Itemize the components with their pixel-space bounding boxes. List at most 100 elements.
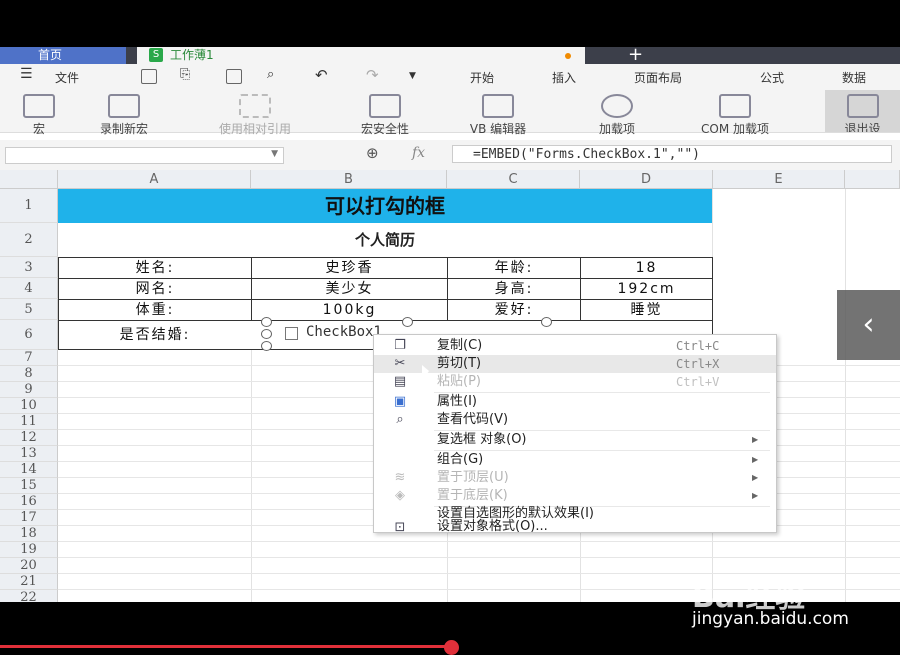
exit-design-button[interactable]: 退出设: [825, 90, 900, 132]
hamburger-icon[interactable]: ☰: [20, 66, 33, 82]
resize-handle[interactable]: [261, 329, 272, 339]
menu-item-cut[interactable]: ✂ 剪切(T) Ctrl+X: [374, 355, 776, 373]
formula-input[interactable]: =EMBED("Forms.CheckBox.1",""): [452, 145, 892, 163]
resize-handle[interactable]: [261, 317, 272, 327]
row-header[interactable]: 15: [0, 478, 58, 494]
redo-icon[interactable]: ↷: [366, 66, 379, 84]
menu-item-checkbox-object[interactable]: 复选框 对象(O) ▶: [374, 431, 776, 449]
row-header[interactable]: 1: [0, 189, 58, 223]
row-header[interactable]: 6: [0, 320, 58, 350]
row-header[interactable]: 17: [0, 510, 58, 526]
undo-icon[interactable]: ↶: [315, 66, 328, 84]
cell-d4[interactable]: 192cm: [580, 278, 713, 300]
menu-item-group[interactable]: 组合(G) ▶: [374, 451, 776, 469]
menu-item-send-to-back[interactable]: ◈ 置于底层(K) ▶: [374, 487, 776, 505]
macro-button[interactable]: 宏: [14, 90, 64, 136]
row-header[interactable]: 5: [0, 299, 58, 320]
row-header[interactable]: 14: [0, 462, 58, 478]
tab-workbook[interactable]: S 工作薄1: [137, 47, 585, 64]
cell-b3[interactable]: 史珍香: [251, 257, 448, 279]
video-progress-knob[interactable]: [444, 640, 459, 655]
menu-item-copy[interactable]: ❐ 复制(C) Ctrl+C: [374, 337, 776, 355]
column-header-a[interactable]: A: [58, 170, 251, 189]
fx-icon[interactable]: fx: [412, 145, 425, 161]
name-box[interactable]: ▼: [5, 147, 284, 164]
submenu-arrow-icon: ▶: [752, 491, 759, 500]
cell-a6[interactable]: 是否结婚:: [58, 320, 252, 350]
tab-bar: 首页 S 工作薄1 +: [0, 47, 900, 65]
row-header[interactable]: 22: [0, 590, 58, 602]
cell-d5[interactable]: 睡觉: [580, 299, 713, 321]
column-header-b[interactable]: B: [251, 170, 447, 189]
chevron-down-icon[interactable]: ▼: [409, 71, 416, 81]
menu-item-view-code[interactable]: ⌕ 查看代码(V): [374, 411, 776, 429]
menu-item-label: 查看代码(V): [437, 412, 509, 427]
column-header-c[interactable]: C: [447, 170, 580, 189]
com-addins-button[interactable]: COM 加载项: [668, 90, 802, 136]
row-header[interactable]: 21: [0, 574, 58, 590]
save-icon[interactable]: [141, 69, 157, 84]
relative-reference-button[interactable]: 使用相对引用: [186, 90, 324, 136]
select-all-corner[interactable]: [0, 170, 58, 189]
row-header[interactable]: 19: [0, 542, 58, 558]
row-header[interactable]: 20: [0, 558, 58, 574]
row-header[interactable]: 18: [0, 526, 58, 542]
menu-item-paste[interactable]: ▤ 粘贴(P) Ctrl+V: [374, 373, 776, 391]
tab-workbook-label: 工作薄1: [170, 48, 214, 62]
tab-home[interactable]: 首页: [0, 47, 126, 64]
menu-file[interactable]: 文件: [55, 69, 79, 86]
row-header[interactable]: 7: [0, 350, 58, 366]
row-header[interactable]: 8: [0, 366, 58, 382]
row-header[interactable]: 10: [0, 398, 58, 414]
addins-button[interactable]: 加载项: [582, 90, 652, 136]
cell-c5[interactable]: 爱好:: [447, 299, 581, 321]
row-header[interactable]: 2: [0, 223, 58, 257]
new-tab-button[interactable]: +: [628, 47, 643, 65]
menu-data[interactable]: 数据: [842, 69, 866, 86]
menu-item-bring-to-front[interactable]: ≋ 置于顶层(U) ▶: [374, 469, 776, 487]
cell-c4[interactable]: 身高:: [447, 278, 581, 300]
previous-button[interactable]: ‹: [837, 290, 900, 360]
menu-item-format-object[interactable]: ⊡ 设置对象格式(O)...: [374, 520, 776, 534]
menu-start[interactable]: 开始: [470, 69, 494, 86]
row-header[interactable]: 16: [0, 494, 58, 510]
video-progress-bar[interactable]: [0, 645, 450, 648]
resize-handle[interactable]: [541, 317, 552, 327]
column-header-d[interactable]: D: [580, 170, 713, 189]
cell-b5[interactable]: 100kg: [251, 299, 448, 321]
row-header[interactable]: 9: [0, 382, 58, 398]
cell-c3[interactable]: 年龄:: [447, 257, 581, 279]
cell-a3[interactable]: 姓名:: [58, 257, 252, 279]
row-header[interactable]: 3: [0, 257, 58, 278]
print-icon[interactable]: [226, 69, 242, 84]
menu-item-properties[interactable]: ▣ 属性(I): [374, 393, 776, 411]
cell-a4[interactable]: 网名:: [58, 278, 252, 300]
menu-page-layout[interactable]: 页面布局: [634, 69, 682, 86]
row-header[interactable]: 12: [0, 430, 58, 446]
resize-handle[interactable]: [402, 317, 413, 327]
chevron-down-icon[interactable]: ▼: [271, 149, 278, 159]
record-macro-button[interactable]: 录制新宏: [78, 90, 170, 136]
resize-handle[interactable]: [261, 341, 272, 351]
column-header-f[interactable]: [845, 170, 900, 189]
menu-insert[interactable]: 插入: [552, 69, 576, 86]
row-header[interactable]: 4: [0, 278, 58, 299]
record-macro-label: 录制新宏: [99, 122, 148, 136]
row-header[interactable]: 13: [0, 446, 58, 462]
com-addins-label: COM 加载项: [701, 122, 769, 136]
sheet-subtitle[interactable]: 个人简历: [58, 223, 712, 257]
shortcut-label: Ctrl+C: [676, 339, 720, 353]
column-header-e[interactable]: E: [713, 170, 845, 189]
cell-a5[interactable]: 体重:: [58, 299, 252, 321]
cell-b4[interactable]: 美少女: [251, 278, 448, 300]
print-preview-icon[interactable]: ⌕: [267, 67, 274, 82]
macro-security-button[interactable]: 宏安全性: [338, 90, 432, 136]
checkbox-icon[interactable]: [285, 327, 298, 340]
zoom-icon[interactable]: ⊕: [366, 144, 379, 162]
sheet-title[interactable]: 可以打勾的框: [58, 189, 712, 223]
row-header[interactable]: 11: [0, 414, 58, 430]
menu-formula[interactable]: 公式: [760, 69, 784, 86]
cell-d3[interactable]: 18: [580, 257, 713, 279]
vb-editor-button[interactable]: VB 编辑器: [444, 90, 552, 136]
export-icon[interactable]: ⎘: [180, 67, 190, 82]
